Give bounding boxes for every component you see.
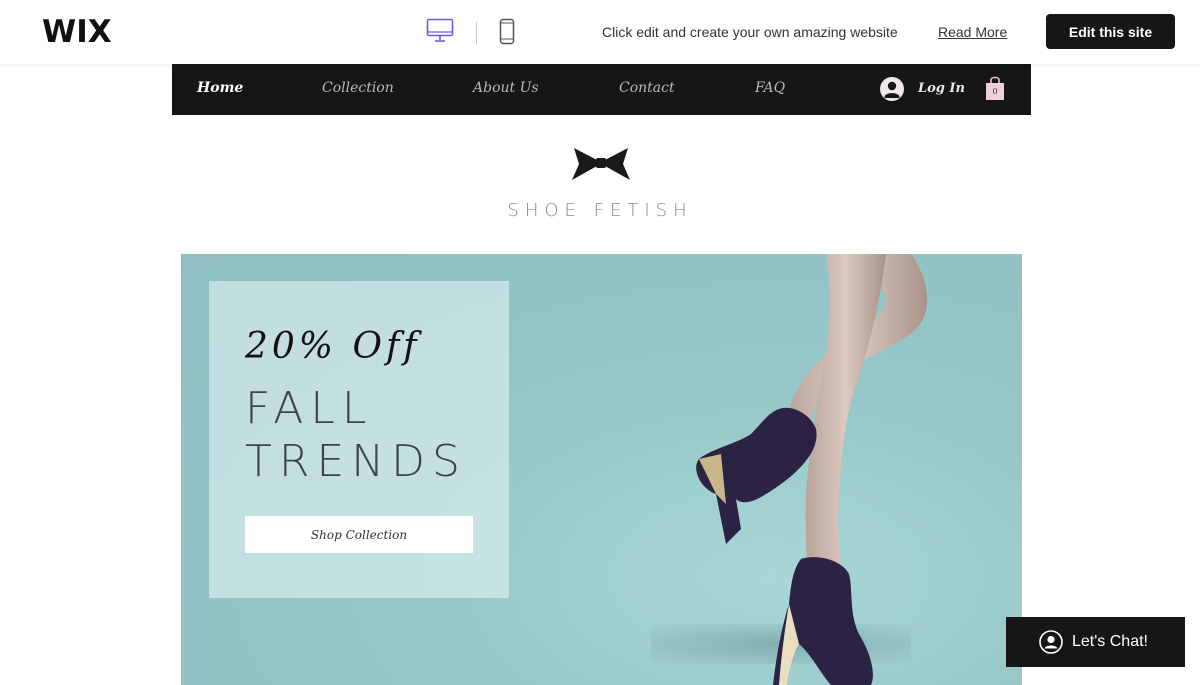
user-avatar-icon[interactable] xyxy=(880,77,904,101)
shoe-model-image xyxy=(696,254,928,685)
wix-top-bar: WIX Click edit and create your own amazi… xyxy=(0,0,1200,64)
nav-item-home[interactable]: Home xyxy=(197,80,243,96)
login-link[interactable]: Log In xyxy=(918,81,965,96)
cart-count: 0 xyxy=(992,87,998,96)
nav-item-contact[interactable]: Contact xyxy=(619,80,675,96)
headline-trends: TRENDS xyxy=(245,436,467,487)
nav-item-faq[interactable]: FAQ xyxy=(755,80,785,96)
edit-site-button[interactable]: Edit this site xyxy=(1046,14,1175,49)
chat-button[interactable]: Let's Chat! xyxy=(1006,617,1185,667)
mobile-icon[interactable] xyxy=(499,18,515,45)
brand-name: SHOE FETISH xyxy=(507,200,693,221)
read-more-link[interactable]: Read More xyxy=(938,24,1007,40)
desktop-icon[interactable] xyxy=(426,18,454,44)
promo-text: Click edit and create your own amazing w… xyxy=(602,24,898,40)
device-separator xyxy=(476,22,477,44)
bow-logo-icon[interactable] xyxy=(570,146,632,182)
chat-label: Let's Chat! xyxy=(1072,633,1148,650)
shop-collection-button[interactable]: Shop Collection xyxy=(245,516,473,553)
chat-user-icon xyxy=(1039,630,1063,654)
promo-box: 20% Off FALL TRENDS Shop Collection xyxy=(209,281,509,598)
hero-banner: 20% Off FALL TRENDS Shop Collection xyxy=(181,254,1022,685)
nav-item-about-us[interactable]: About Us xyxy=(473,80,539,96)
wix-logo[interactable]: WIX xyxy=(42,14,112,50)
headline-fall: FALL xyxy=(245,383,374,434)
cart-button[interactable]: 0 xyxy=(984,74,1006,102)
discount-offer: 20% Off xyxy=(245,326,421,367)
site-navigation: Home Collection About Us Contact FAQ Log… xyxy=(172,64,1031,115)
nav-item-collection[interactable]: Collection xyxy=(322,80,394,96)
